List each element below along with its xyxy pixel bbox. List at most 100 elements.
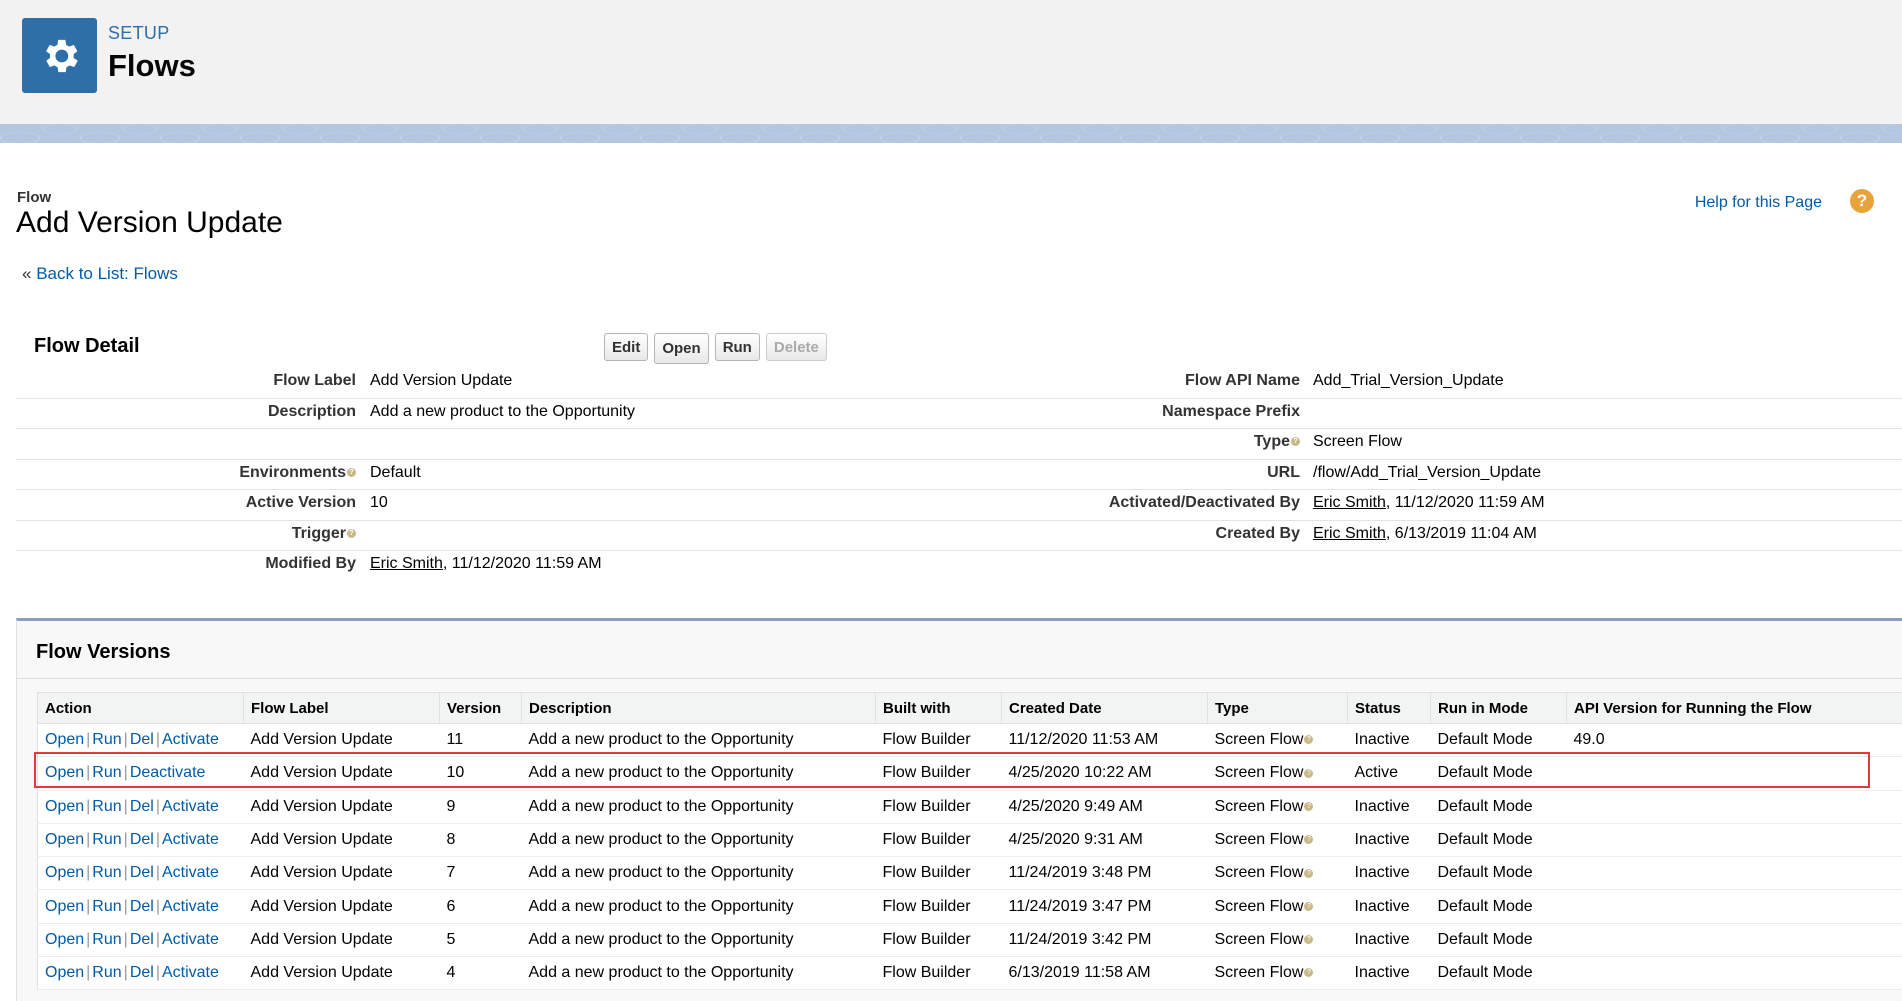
del-link[interactable]: Del xyxy=(130,898,154,915)
deactivate-link[interactable]: Deactivate xyxy=(130,764,206,781)
activate-link[interactable]: Activate xyxy=(162,898,219,915)
del-link[interactable]: Del xyxy=(130,931,154,948)
open-link[interactable]: Open xyxy=(45,731,84,748)
setup-kicker: SETUP xyxy=(108,23,170,43)
open-link[interactable]: Open xyxy=(45,831,84,848)
help-info-icon[interactable]: ? xyxy=(1304,735,1314,745)
cell-run-in-mode: Default Mode xyxy=(1430,923,1567,958)
help-info-icon[interactable]: ? xyxy=(1304,768,1314,778)
user-link[interactable]: Eric Smith xyxy=(1313,494,1386,511)
separator: | xyxy=(155,731,160,749)
cell-action: Open | Run | Del | Activate xyxy=(37,956,244,991)
cell-flow-label: Add Version Update xyxy=(243,923,440,958)
open-link[interactable]: Open xyxy=(45,864,84,881)
field-label-text: Environments xyxy=(239,463,346,481)
open-link[interactable]: Open xyxy=(45,964,84,981)
table-row: Open | Run | Del | Activate Add Version Update 7… xyxy=(37,856,1902,891)
help-info-icon[interactable]: ? xyxy=(1304,901,1314,911)
separator: | xyxy=(123,764,128,782)
run-link[interactable]: Run xyxy=(92,964,121,981)
run-link[interactable]: Run xyxy=(92,831,121,848)
run-link[interactable]: Run xyxy=(92,931,121,948)
open-link[interactable]: Open xyxy=(45,798,84,815)
help-info-icon[interactable]: ? xyxy=(1304,935,1314,945)
run-link[interactable]: Run xyxy=(92,898,121,915)
cell-flow-label: Add Version Update xyxy=(243,856,440,891)
column-header-run-in-mode: Run in Mode xyxy=(1430,692,1567,724)
help-info-icon[interactable]: ? xyxy=(1304,868,1314,878)
field-label: Created By xyxy=(1215,524,1300,542)
activate-link[interactable]: Activate xyxy=(162,864,219,881)
cell-run-in-mode: Default Mode xyxy=(1430,856,1567,891)
open-link[interactable]: Open xyxy=(45,931,84,948)
run-link[interactable]: Run xyxy=(92,764,121,781)
activate-link[interactable]: Activate xyxy=(162,731,219,748)
cell-built-with: Flow Builder xyxy=(875,723,1002,758)
detail-row: Active Version 10 Activated/Deactivated … xyxy=(16,490,1902,521)
user-link[interactable]: Eric Smith xyxy=(370,555,443,572)
edit-button[interactable]: Edit xyxy=(604,333,649,361)
flow-versions-section: Flow Versions Action Flow Label Version … xyxy=(16,618,1902,1001)
help-info-icon[interactable]: ? xyxy=(1304,835,1314,845)
del-link[interactable]: Del xyxy=(130,964,154,981)
help-info-icon[interactable]: ? xyxy=(1304,802,1314,811)
cell-type: Screen Flow? xyxy=(1207,723,1348,758)
open-button[interactable]: Open xyxy=(654,333,709,364)
del-link[interactable]: Del xyxy=(130,798,154,815)
help-info-icon[interactable]: ? xyxy=(347,467,356,477)
cell-status: Active xyxy=(1347,756,1431,791)
activate-link[interactable]: Activate xyxy=(162,831,219,848)
activate-link[interactable]: Activate xyxy=(162,964,219,981)
del-link[interactable]: Del xyxy=(130,731,154,748)
separator: | xyxy=(155,864,160,882)
cell-version: 11 xyxy=(439,723,522,758)
separator: | xyxy=(155,897,160,915)
field-label: Flow API Name xyxy=(1185,372,1300,389)
cell-api-version xyxy=(1566,790,1902,824)
cell-created-date: 6/13/2019 11:58 AM xyxy=(1001,956,1208,991)
cell-run-in-mode: Default Mode xyxy=(1430,956,1567,991)
type-text: Screen Flow xyxy=(1214,864,1304,882)
field-value: Add Version Update xyxy=(370,372,513,389)
help-link[interactable]: Help for this Page xyxy=(1695,194,1822,212)
run-link[interactable]: Run xyxy=(92,798,121,815)
del-link[interactable]: Del xyxy=(130,831,154,848)
field-value: Default xyxy=(370,463,421,481)
type-text: Screen Flow xyxy=(1214,731,1304,749)
help-info-icon[interactable]: ? xyxy=(1304,968,1314,978)
detail-row: Description Add a new product to the Opp… xyxy=(16,399,1902,429)
back-to-list-link[interactable]: Back to List: Flows xyxy=(36,264,178,283)
detail-buttons: Edit Open Run Delete xyxy=(604,333,827,364)
cell-api-version xyxy=(1566,889,1902,924)
cell-flow-label: Add Version Update xyxy=(243,956,440,991)
open-link[interactable]: Open xyxy=(45,764,84,781)
column-header-flow-label: Flow Label xyxy=(243,692,440,724)
field-value: Eric Smith, 11/12/2020 11:59 AM xyxy=(1313,494,1545,512)
table-row: Open | Run | Del | Activate Add Version Update 5… xyxy=(37,923,1902,958)
help-info-icon[interactable]: ? xyxy=(347,528,356,538)
user-link[interactable]: Eric Smith xyxy=(1313,525,1386,542)
open-link[interactable]: Open xyxy=(45,898,84,915)
separator: | xyxy=(155,831,160,849)
table-row: Open | Run | Deactivate Add Version Update 10 A… xyxy=(37,756,1902,791)
table-row: Open | Run | Del | Activate Add Version Update 6… xyxy=(37,889,1902,924)
detail-row: Type? Screen Flow xyxy=(16,429,1902,460)
cell-description: Add a new product to the Opportunity xyxy=(521,790,876,824)
field-label: Activated/Deactivated By xyxy=(1108,494,1300,511)
cell-created-date: 4/25/2020 10:22 AM xyxy=(1001,756,1208,791)
help-icon[interactable]: ? xyxy=(1850,189,1874,213)
cell-built-with: Flow Builder xyxy=(875,956,1002,991)
flow-versions-title: Flow Versions xyxy=(36,641,171,663)
help-info-icon[interactable]: ? xyxy=(1291,437,1300,447)
cell-action: Open | Run | Del | Activate xyxy=(37,823,244,858)
run-button[interactable]: Run xyxy=(714,333,760,361)
del-link[interactable]: Del xyxy=(130,864,154,881)
flow-detail-table: Flow Label Add Version Update Flow API N… xyxy=(16,368,1902,582)
separator: | xyxy=(155,964,160,982)
delete-button[interactable]: Delete xyxy=(765,333,827,361)
run-link[interactable]: Run xyxy=(92,864,121,881)
type-text: Screen Flow xyxy=(1214,764,1304,782)
activate-link[interactable]: Activate xyxy=(162,798,219,815)
activate-link[interactable]: Activate xyxy=(162,931,219,948)
run-link[interactable]: Run xyxy=(92,731,121,748)
